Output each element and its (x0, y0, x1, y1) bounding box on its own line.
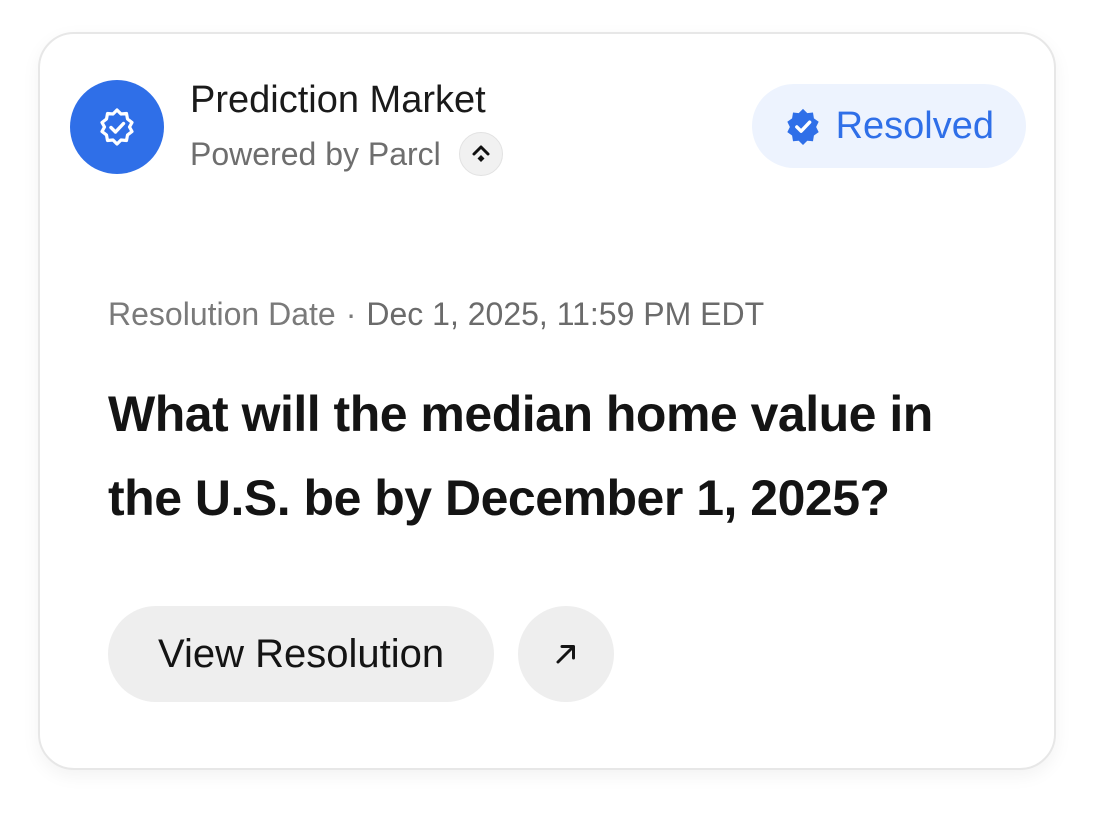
resolution-date-label: Resolution Date (108, 296, 336, 332)
powered-by-label: Powered by Parcl (190, 136, 441, 172)
card-actions: View Resolution (108, 606, 615, 702)
status-label: Resolved (835, 104, 994, 147)
resolution-date-row: Resolution Date · Dec 1, 2025, 11:59 PM ED… (108, 294, 764, 334)
resolution-date-value: Dec 1, 2025, 11:59 PM EDT (366, 296, 765, 332)
prediction-market-logo (70, 80, 164, 174)
arrow-up-right-icon (556, 645, 576, 664)
meta-separator: · (345, 296, 357, 332)
title-block: Prediction Market Powered by Parcl (190, 78, 503, 176)
card-title: Prediction Market (190, 79, 486, 121)
market-question: What will the median home value in the U… (108, 386, 933, 526)
card-header: Prediction Market Powered by Parcl Resol… (70, 78, 1026, 182)
status-badge: Resolved (751, 84, 1026, 168)
view-resolution-button[interactable]: View Resolution (108, 606, 495, 702)
open-external-button[interactable] (518, 606, 615, 702)
verified-badge-icon (100, 108, 134, 146)
parcl-logo-icon (458, 132, 503, 176)
verified-badge-icon (786, 108, 819, 145)
powered-by: Powered by Parcl (190, 132, 503, 176)
